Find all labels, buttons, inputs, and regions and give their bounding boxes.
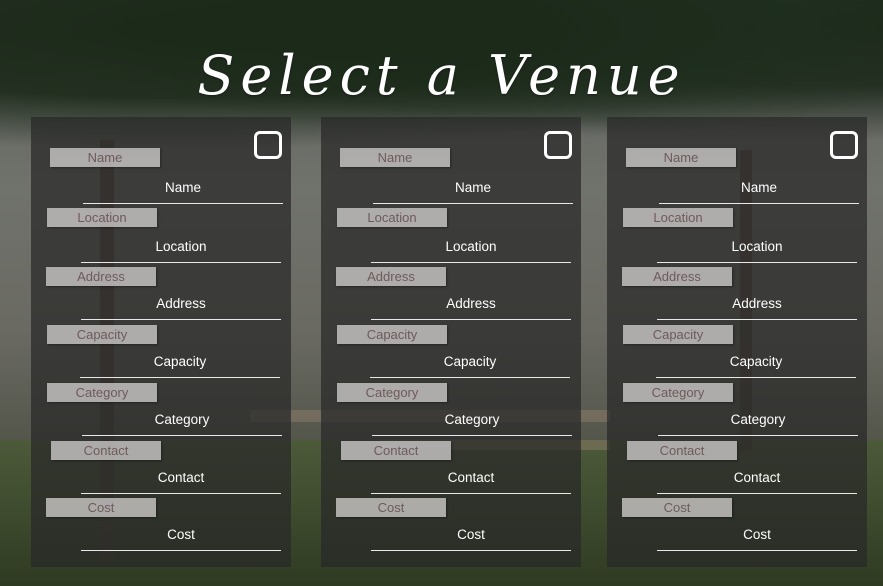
venue-field-address: Address Address — [31, 266, 291, 324]
name-label: Name — [164, 180, 201, 195]
venue-card: Name Name Location Location Address Addr… — [607, 117, 867, 567]
capacity-label: Capacity — [153, 354, 207, 369]
category-label: Category — [154, 412, 210, 427]
capacity-underline — [656, 377, 856, 378]
address-label: Address — [446, 296, 496, 311]
capacity-label: Capacity — [729, 354, 783, 369]
venue-field-cost: Cost Cost — [321, 497, 581, 555]
address-label: Address — [732, 296, 782, 311]
name-input[interactable]: Name — [340, 148, 450, 167]
capacity-input[interactable]: Capacity — [47, 325, 157, 344]
category-label: Category — [444, 412, 500, 427]
contact-underline — [657, 493, 857, 494]
location-underline — [371, 262, 571, 263]
venue-field-name: Name Name — [607, 147, 867, 205]
contact-underline — [81, 493, 281, 494]
contact-label: Contact — [733, 470, 781, 485]
location-input[interactable]: Location — [623, 208, 733, 227]
contact-input[interactable]: Contact — [341, 441, 451, 460]
name-input[interactable]: Name — [626, 148, 736, 167]
capacity-underline — [370, 377, 570, 378]
venue-field-capacity: Capacity Capacity — [321, 324, 581, 382]
name-underline — [373, 203, 573, 204]
name-underline — [659, 203, 859, 204]
venue-field-name: Name Name — [31, 147, 291, 205]
name-underline — [83, 203, 283, 204]
capacity-label: Capacity — [443, 354, 497, 369]
address-label: Address — [156, 296, 206, 311]
page-title: Select a Venue — [197, 44, 686, 108]
capacity-input[interactable]: Capacity — [337, 325, 447, 344]
name-label: Name — [740, 180, 777, 195]
contact-label: Contact — [157, 470, 205, 485]
cost-underline — [81, 550, 281, 551]
venue-field-location: Location Location — [321, 207, 581, 265]
contact-label: Contact — [447, 470, 495, 485]
cost-label: Cost — [167, 527, 195, 542]
category-input[interactable]: Category — [47, 383, 157, 402]
venue-card: Name Name Location Location Address Addr… — [31, 117, 291, 567]
capacity-input[interactable]: Capacity — [623, 325, 733, 344]
address-underline — [81, 319, 281, 320]
venue-field-contact: Contact Contact — [607, 440, 867, 498]
venue-field-address: Address Address — [321, 266, 581, 324]
cost-underline — [657, 550, 857, 551]
location-input[interactable]: Location — [47, 208, 157, 227]
address-input[interactable]: Address — [336, 267, 446, 286]
venue-field-name: Name Name — [321, 147, 581, 205]
location-label: Location — [155, 239, 207, 254]
address-input[interactable]: Address — [46, 267, 156, 286]
cost-input[interactable]: Cost — [622, 498, 732, 517]
venue-field-cost: Cost Cost — [31, 497, 291, 555]
location-label: Location — [445, 239, 497, 254]
venue-field-location: Location Location — [31, 207, 291, 265]
venue-field-category: Category Category — [607, 382, 867, 440]
venue-field-category: Category Category — [31, 382, 291, 440]
address-input[interactable]: Address — [622, 267, 732, 286]
capacity-underline — [80, 377, 280, 378]
contact-underline — [371, 493, 571, 494]
location-label: Location — [731, 239, 783, 254]
category-underline — [658, 435, 858, 436]
location-underline — [657, 262, 857, 263]
cost-label: Cost — [457, 527, 485, 542]
category-input[interactable]: Category — [623, 383, 733, 402]
venue-field-category: Category Category — [321, 382, 581, 440]
address-underline — [371, 319, 571, 320]
venue-field-contact: Contact Contact — [31, 440, 291, 498]
venue-field-address: Address Address — [607, 266, 867, 324]
location-input[interactable]: Location — [337, 208, 447, 227]
venue-field-location: Location Location — [607, 207, 867, 265]
name-label: Name — [454, 180, 491, 195]
category-underline — [372, 435, 572, 436]
location-underline — [81, 262, 281, 263]
name-input[interactable]: Name — [50, 148, 160, 167]
venue-field-cost: Cost Cost — [607, 497, 867, 555]
venue-field-contact: Contact Contact — [321, 440, 581, 498]
contact-input[interactable]: Contact — [51, 441, 161, 460]
venue-field-capacity: Capacity Capacity — [607, 324, 867, 382]
cost-input[interactable]: Cost — [46, 498, 156, 517]
contact-input[interactable]: Contact — [627, 441, 737, 460]
category-underline — [82, 435, 282, 436]
address-underline — [657, 319, 857, 320]
cost-underline — [371, 550, 571, 551]
category-label: Category — [730, 412, 786, 427]
cost-label: Cost — [743, 527, 771, 542]
venue-card: Name Name Location Location Address Addr… — [321, 117, 581, 567]
venue-field-capacity: Capacity Capacity — [31, 324, 291, 382]
cost-input[interactable]: Cost — [336, 498, 446, 517]
category-input[interactable]: Category — [337, 383, 447, 402]
